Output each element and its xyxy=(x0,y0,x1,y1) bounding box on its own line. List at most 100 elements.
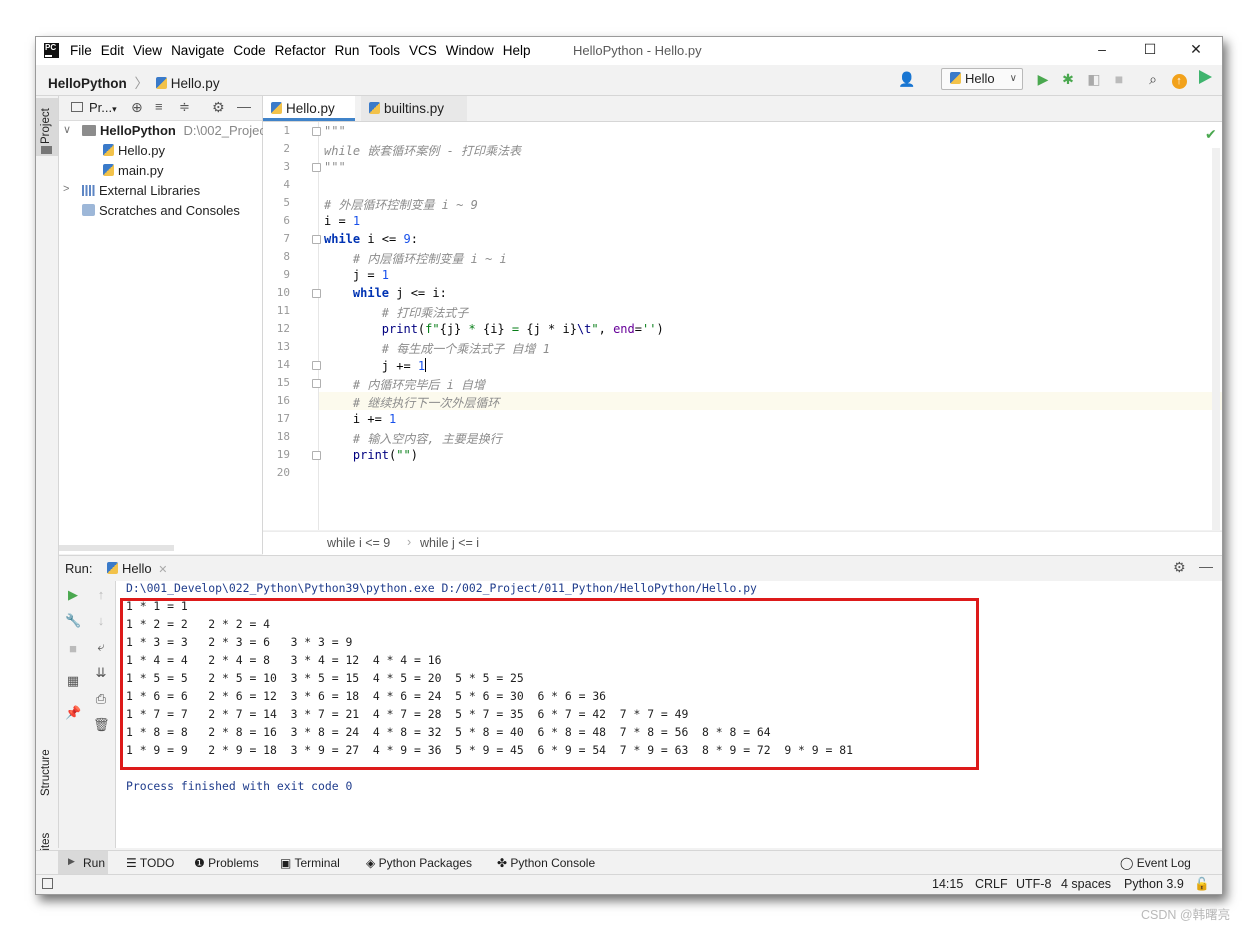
stop-icon[interactable]: ■ xyxy=(65,641,81,657)
code-line: # 内循环完毕后 i 自增 xyxy=(352,378,486,392)
editor-breadcrumb: while i <= 9 › while j <= i xyxy=(263,531,1222,555)
user-account-icon[interactable]: 👤 xyxy=(898,70,916,88)
hide-panel-icon[interactable]: — xyxy=(1199,558,1213,574)
jetbrains-toolbox-icon[interactable] xyxy=(1196,70,1214,88)
menu-code[interactable]: Code xyxy=(233,43,265,58)
rerun-icon[interactable]: ▶ xyxy=(65,587,81,603)
pin-icon[interactable]: 📌 xyxy=(65,705,81,721)
run-config-label: Hello xyxy=(965,71,995,86)
breadcrumb-outer-loop[interactable]: while i <= 9 xyxy=(327,536,390,550)
minimize-button[interactable]: – xyxy=(1079,41,1125,61)
bottom-tab-event-log[interactable]: ◯ Event Log xyxy=(1120,856,1191,870)
code-line: while 嵌套循环案例 - 打印乘法表 xyxy=(324,144,522,158)
settings-gear-icon[interactable]: ⚙ xyxy=(212,99,225,116)
trash-icon[interactable]: 🗑 xyxy=(93,717,110,733)
fold-marker-icon[interactable] xyxy=(312,289,321,298)
chevron-down-icon: ∨ xyxy=(63,124,72,136)
tree-item-label: Hello.py xyxy=(118,143,165,158)
breadcrumb-inner-loop[interactable]: while j <= i xyxy=(420,536,479,550)
project-panel: Pr...▾ ⊕ ≡ ≑ ⚙ — ∨ HelloPython D:\002_Pr… xyxy=(59,96,266,554)
code-line: print("") xyxy=(352,448,418,462)
horizontal-scrollbar[interactable] xyxy=(59,545,174,551)
menu-edit[interactable]: Edit xyxy=(101,43,124,58)
status-indent[interactable]: 4 spaces xyxy=(1061,877,1111,891)
expand-all-icon[interactable]: ≡ xyxy=(155,99,163,114)
inspection-ok-icon[interactable]: ✔ xyxy=(1205,126,1217,143)
line-number: 8 xyxy=(283,250,290,263)
bottom-tab-python-console[interactable]: ✤ Python Console xyxy=(497,856,595,870)
menu-vcs[interactable]: VCS xyxy=(409,43,437,58)
update-icon[interactable]: ↑ xyxy=(1170,70,1188,89)
code-line: """ xyxy=(324,124,346,138)
python-file-icon xyxy=(950,72,961,84)
coverage-icon[interactable]: ◧ xyxy=(1085,70,1103,88)
scroll-up-icon[interactable]: ↑ xyxy=(93,587,109,603)
structure-tool-tab[interactable]: Structure xyxy=(40,749,52,796)
maximize-button[interactable]: ☐ xyxy=(1127,41,1173,61)
scroll-to-end-icon[interactable]: ⇊ xyxy=(93,665,109,681)
menu-tools[interactable]: Tools xyxy=(368,43,400,58)
window-title: HelloPython - Hello.py xyxy=(573,43,702,58)
stop-icon[interactable]: ■ xyxy=(1110,70,1128,88)
print-icon[interactable]: ⎙ xyxy=(93,691,109,707)
status-line-separator[interactable]: CRLF xyxy=(975,877,1008,891)
nav-file-name[interactable]: Hello.py xyxy=(171,76,220,91)
status-encoding[interactable]: UTF-8 xyxy=(1016,877,1051,891)
wrench-icon[interactable]: 🔧 xyxy=(65,613,81,629)
close-tab-icon[interactable]: ✕ xyxy=(158,564,167,576)
run-tab-hello[interactable]: Hello ✕ xyxy=(107,561,167,576)
nav-project-name[interactable]: HelloPython xyxy=(48,76,127,91)
tab-label: builtins.py xyxy=(384,101,445,116)
bottom-tab-problems[interactable]: ❶ Problems xyxy=(194,856,259,870)
run-icon[interactable]: ▶ xyxy=(1034,70,1052,88)
menu-file[interactable]: File xyxy=(70,43,92,58)
line-number: 10 xyxy=(276,286,290,299)
bottom-tab-todo[interactable]: ☰ TODO xyxy=(126,856,174,870)
code-editor[interactable]: 1 2 3 4 5 6 7 8 9 10 11 12 13 14 15 16 1… xyxy=(263,122,1222,530)
collapse-all-icon[interactable]: ≑ xyxy=(179,99,190,115)
menu-refactor[interactable]: Refactor xyxy=(275,43,326,58)
fold-marker-icon[interactable] xyxy=(312,163,321,172)
folder-icon xyxy=(41,146,52,154)
close-button[interactable]: ✕ xyxy=(1173,41,1219,61)
project-tool-tab[interactable]: Project xyxy=(36,98,58,156)
menu-navigate[interactable]: Navigate xyxy=(171,43,224,58)
fold-marker-icon[interactable] xyxy=(312,235,321,244)
toggle-tool-windows-icon[interactable] xyxy=(42,878,53,889)
vertical-scrollbar[interactable] xyxy=(1212,148,1220,530)
fold-marker-icon[interactable] xyxy=(312,127,321,136)
menu-help[interactable]: Help xyxy=(503,43,531,58)
menu-window[interactable]: Window xyxy=(446,43,494,58)
fold-marker-icon[interactable] xyxy=(312,361,321,370)
debug-icon[interactable]: ✱ xyxy=(1059,70,1077,88)
console-command-line[interactable]: D:\001_Develop\022_Python\Python39\pytho… xyxy=(126,581,757,595)
bottom-tab-terminal[interactable]: ▣ Terminal xyxy=(280,856,340,870)
menu-view[interactable]: View xyxy=(133,43,162,58)
tree-item-scratches[interactable]: Scratches and Consoles xyxy=(82,203,240,223)
run-config-selector[interactable]: Hello ∨ xyxy=(941,68,1023,90)
layout-icon[interactable]: ▦ xyxy=(65,673,81,689)
tab-hello-py[interactable]: Hello.py ✕ xyxy=(263,96,355,141)
menu-run[interactable]: Run xyxy=(335,43,360,58)
lock-icon[interactable]: 🔓 xyxy=(1194,877,1210,892)
bottom-tab-run[interactable]: ▶ Run xyxy=(58,851,108,875)
status-interpreter[interactable]: Python 3.9 xyxy=(1124,877,1184,891)
hide-panel-icon[interactable]: — xyxy=(237,98,251,114)
bottom-tab-python-packages[interactable]: ◈ Python Packages xyxy=(366,856,472,870)
project-view-selector[interactable]: Pr...▾ xyxy=(89,100,117,115)
soft-wrap-icon[interactable]: ⤶ xyxy=(93,639,109,655)
tree-item-main-py[interactable]: main.py xyxy=(103,163,164,183)
tree-item-hello-py[interactable]: Hello.py xyxy=(103,143,165,163)
fold-marker-icon[interactable] xyxy=(312,379,321,388)
console-output[interactable]: D:\001_Develop\022_Python\Python39\pytho… xyxy=(116,581,1222,848)
scroll-down-icon[interactable]: ↓ xyxy=(93,613,109,629)
pycharm-logo-icon: PC xyxy=(44,43,59,58)
tab-builtins-py[interactable]: builtins.py ✕ xyxy=(361,96,467,141)
status-caret-position[interactable]: 14:15 xyxy=(932,877,963,891)
search-icon[interactable]: ⌕ xyxy=(1144,70,1162,88)
line-number: 18 xyxy=(276,430,290,443)
tree-item-content: External Libraries xyxy=(82,183,200,198)
fold-marker-icon[interactable] xyxy=(312,451,321,460)
locate-icon[interactable]: ⊕ xyxy=(131,99,143,116)
settings-gear-icon[interactable]: ⚙ xyxy=(1173,559,1186,576)
